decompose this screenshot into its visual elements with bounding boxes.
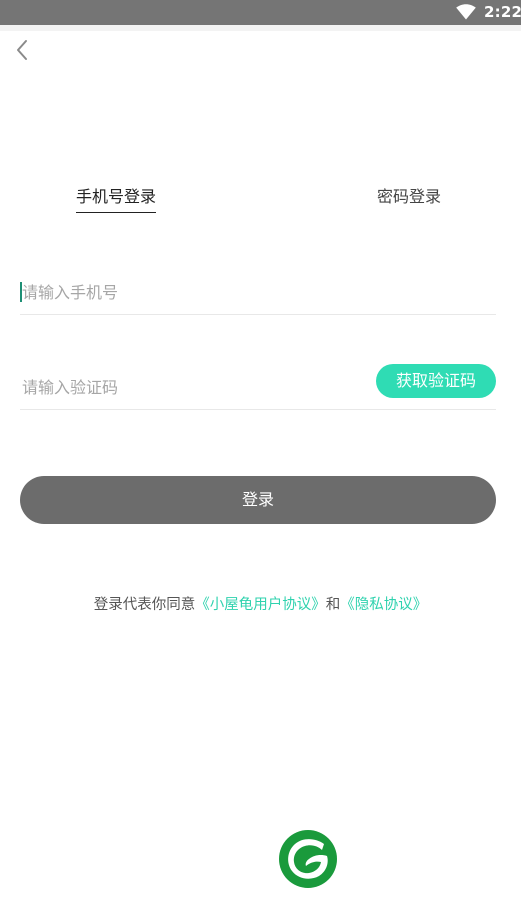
status-time: 2:22 [484, 3, 521, 21]
phone-field [20, 270, 496, 315]
leaf-logo-icon [279, 830, 337, 888]
agreement-prefix: 登录代表你同意 [93, 597, 196, 613]
user-agreement-link[interactable]: 《小屋龟用户协议》 [195, 597, 326, 613]
privacy-policy-link[interactable]: 《隐私协议》 [340, 597, 427, 613]
get-code-button[interactable]: 获取验证码 [376, 364, 496, 398]
login-screen: 2:22 手机号登录 密码登录 获取验证码 登录 登录代表你同意《小屋龟用户协议… [0, 0, 521, 897]
code-field: 获取验证码 [20, 364, 496, 410]
back-button[interactable] [8, 36, 36, 64]
chevron-left-icon [17, 40, 27, 60]
status-bar: 2:22 [0, 0, 521, 25]
agreement-conjunction: 和 [325, 597, 341, 613]
tab-password-login[interactable]: 密码登录 [377, 186, 441, 208]
phone-input[interactable] [20, 281, 362, 303]
status-divider [0, 25, 521, 31]
wifi-icon [456, 4, 476, 20]
agreement-text: 登录代表你同意《小屋龟用户协议》和《隐私协议》 [0, 595, 521, 615]
login-button[interactable]: 登录 [20, 476, 496, 524]
verification-code-input[interactable] [20, 376, 362, 398]
tab-phone-login[interactable]: 手机号登录 [76, 186, 157, 213]
